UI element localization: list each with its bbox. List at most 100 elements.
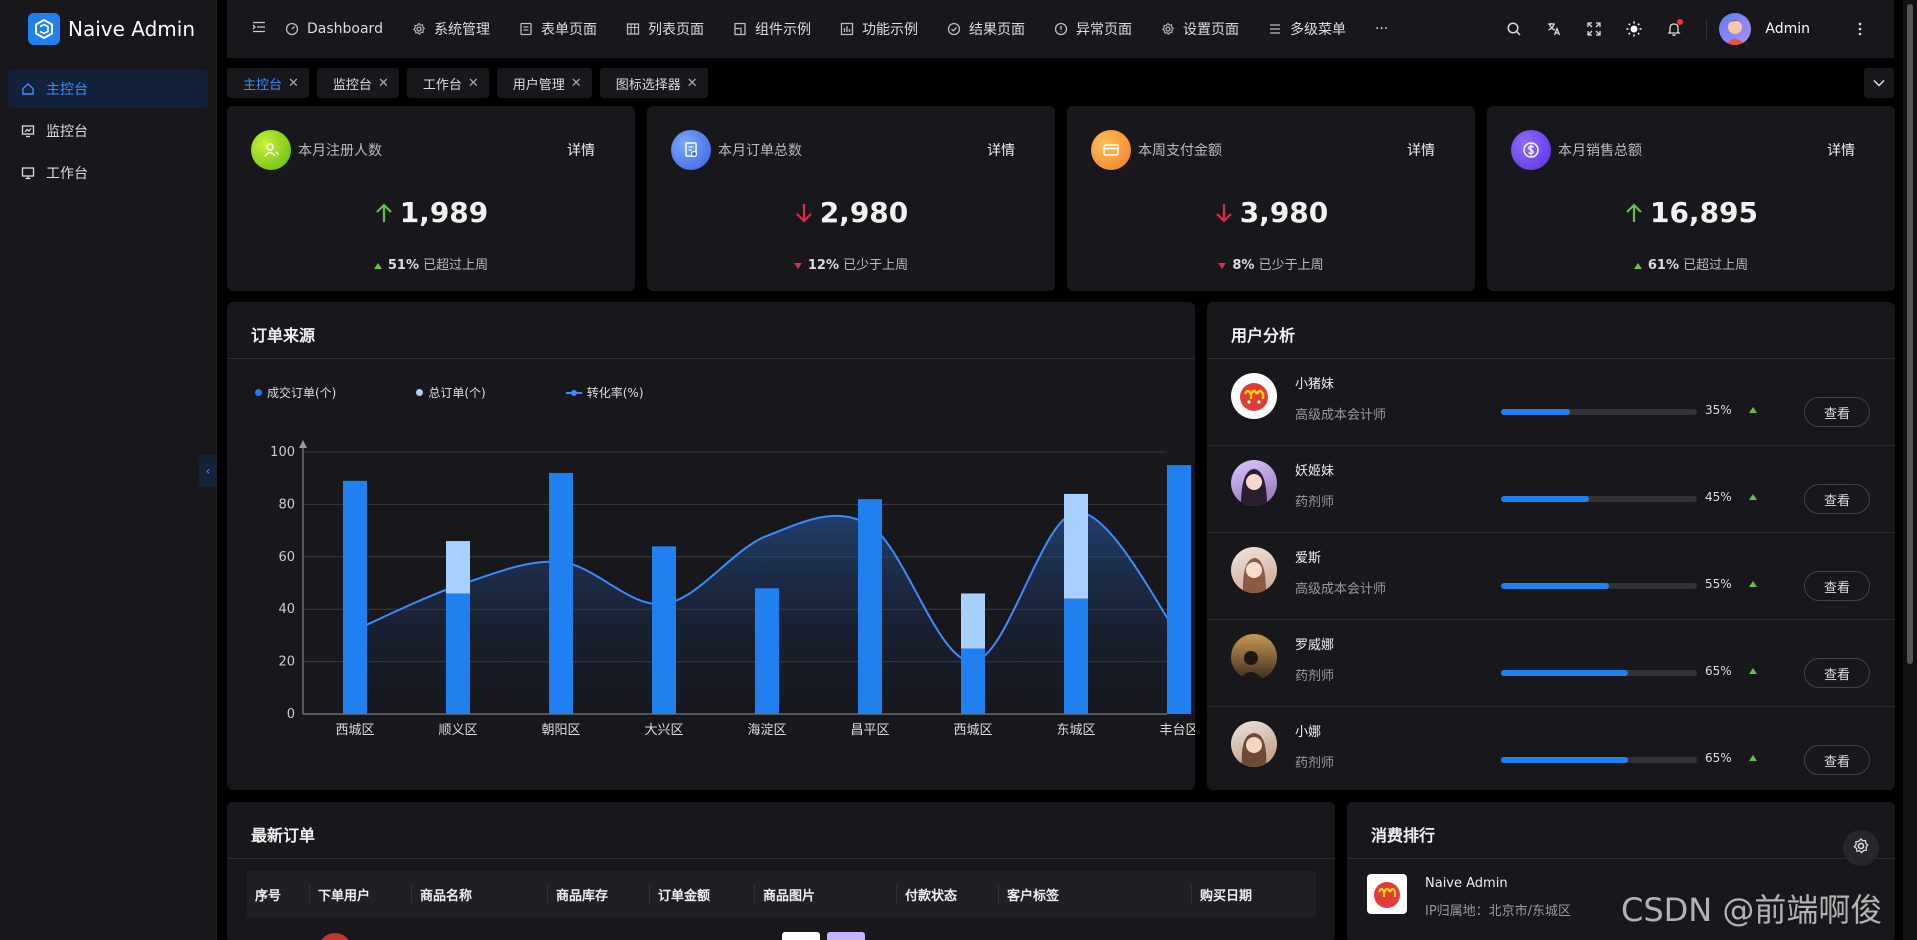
column-header[interactable]: 下单用户	[310, 871, 412, 917]
menu-fold-icon[interactable]	[251, 19, 267, 39]
component-icon	[733, 22, 747, 36]
sidebar-item-dashboard[interactable]: 主控台	[8, 70, 208, 108]
divider	[227, 858, 1335, 859]
view-button[interactable]: 查看	[1804, 571, 1870, 601]
settings-button[interactable]	[1843, 830, 1879, 866]
sidebar-item-monitor[interactable]: 监控台	[8, 112, 208, 150]
view-button[interactable]: 查看	[1804, 745, 1870, 775]
search-icon[interactable]	[1494, 21, 1534, 37]
close-icon[interactable]: ✕	[687, 76, 698, 91]
deal-order-bar	[549, 472, 573, 714]
y-axis-arrow	[299, 440, 307, 448]
progress-fill	[1501, 496, 1590, 502]
deal-order-bar	[1064, 598, 1088, 714]
tab-monitor[interactable]: 监控台 ✕	[316, 68, 399, 98]
close-icon[interactable]: ✕	[378, 76, 389, 91]
product-image	[827, 932, 865, 940]
view-button[interactable]: 查看	[1804, 658, 1870, 688]
user-name: 小猪妹	[1295, 377, 1335, 392]
nav-item-settings[interactable]: 设置页面	[1161, 19, 1239, 39]
deal-order-bar	[858, 499, 882, 714]
tab-dropdown-button[interactable]	[1864, 68, 1894, 98]
close-icon[interactable]: ✕	[571, 76, 582, 91]
nav-item-components[interactable]: 组件示例	[733, 19, 811, 39]
tab-user-management[interactable]: 用户管理 ✕	[496, 68, 592, 98]
detail-link[interactable]: 详情	[567, 140, 595, 160]
menu-icon	[1268, 22, 1282, 36]
stat-value: 16,895	[1649, 196, 1759, 229]
notification-dot	[1677, 19, 1684, 25]
close-icon[interactable]: ✕	[468, 76, 479, 91]
user-role: 药剂师	[1295, 756, 1335, 771]
progress-bar	[1501, 670, 1697, 676]
nav-more-button[interactable]: ···	[1375, 21, 1388, 37]
nav-item-dashboard[interactable]: Dashboard	[285, 21, 383, 37]
column-header[interactable]: 商品图片	[755, 871, 897, 917]
scrollbar-thumb[interactable]	[1907, 4, 1913, 664]
close-icon[interactable]: ✕	[288, 76, 299, 91]
column-header[interactable]: 客户标签	[999, 871, 1192, 917]
column-header[interactable]: 商品库存	[548, 871, 650, 917]
detail-link[interactable]: 详情	[987, 140, 1015, 160]
avatar	[1231, 547, 1277, 593]
desktop-icon	[20, 165, 36, 181]
sun-icon[interactable]	[1614, 20, 1654, 38]
avatar	[1719, 13, 1752, 45]
logo-icon	[28, 13, 60, 45]
more-vertical-icon[interactable]	[1840, 21, 1880, 37]
nav-item-features[interactable]: 功能示例	[840, 19, 918, 39]
tab-dashboard[interactable]: 主控台 ✕	[227, 68, 309, 98]
y-tick-label: 80	[278, 497, 295, 512]
column-header[interactable]: 订单金额	[650, 871, 755, 917]
trend-up-icon	[1749, 407, 1757, 413]
alert-circle-icon	[1054, 22, 1068, 36]
view-button[interactable]: 查看	[1804, 484, 1870, 514]
bell-icon[interactable]	[1654, 19, 1694, 37]
settings-icon	[1161, 22, 1175, 36]
stat-value: 3,980	[1239, 196, 1329, 229]
logo[interactable]: Naive Admin	[0, 0, 216, 58]
nav-item-result[interactable]: 结果页面	[947, 19, 1025, 39]
page-scrollbar[interactable]	[1903, 0, 1917, 940]
avatar	[1231, 634, 1277, 680]
view-button[interactable]: 查看	[1804, 397, 1870, 427]
user-menu[interactable]: Admin	[1719, 13, 1810, 45]
nav-item-multilevel[interactable]: 多级菜单	[1268, 19, 1346, 39]
list-item: 妖姬妹 药剂师 45% 查看	[1207, 446, 1895, 533]
column-header[interactable]: 序号	[247, 871, 310, 917]
table-icon	[626, 22, 640, 36]
y-tick-label: 60	[278, 550, 295, 565]
app-title: Naive Admin	[68, 17, 196, 41]
progress-percent: 45%	[1705, 490, 1732, 504]
column-header[interactable]: 商品名称	[412, 871, 548, 917]
stat-compare: 已超过上周	[1683, 258, 1749, 273]
panel-title: 用户分析	[1231, 326, 1296, 345]
progress-fill	[1501, 670, 1629, 676]
arrow-up-icon	[1624, 202, 1644, 224]
progress-bar	[1501, 409, 1697, 415]
sidebar-collapse-button[interactable]: ‹	[199, 455, 217, 487]
stat-percent: 12%	[807, 258, 839, 273]
ranking-ip: IP归属地：北京市/东城区	[1425, 904, 1572, 919]
column-header[interactable]: 购买日期	[1192, 871, 1316, 917]
stat-card-payments: 本周支付金额 详情 3,980 8% 已少于上周	[1067, 106, 1475, 291]
translate-icon[interactable]	[1534, 21, 1574, 37]
trend-up-icon	[1749, 494, 1757, 500]
dollar-icon	[1511, 130, 1551, 170]
nav-item-list[interactable]: 列表页面	[626, 19, 704, 39]
x-tick-label: 西城区	[335, 723, 374, 738]
nav-item-exception[interactable]: 异常页面	[1054, 19, 1132, 39]
nav-item-form[interactable]: 表单页面	[519, 19, 597, 39]
column-header[interactable]: 付款状态	[897, 871, 999, 917]
nav-item-system[interactable]: 系统管理	[412, 19, 490, 39]
tab-icon-picker[interactable]: 图标选择器 ✕	[599, 68, 708, 98]
detail-link[interactable]: 详情	[1407, 140, 1435, 160]
x-tick-label: 大兴区	[644, 723, 683, 738]
tab-workplace[interactable]: 工作台 ✕	[406, 68, 489, 98]
divider	[1706, 19, 1708, 39]
sidebar-item-workplace[interactable]: 工作台	[8, 154, 208, 192]
deal-order-bar	[961, 648, 985, 714]
detail-link[interactable]: 详情	[1827, 140, 1855, 160]
user-name: 罗威娜	[1295, 638, 1335, 653]
fullscreen-icon[interactable]	[1574, 21, 1614, 37]
